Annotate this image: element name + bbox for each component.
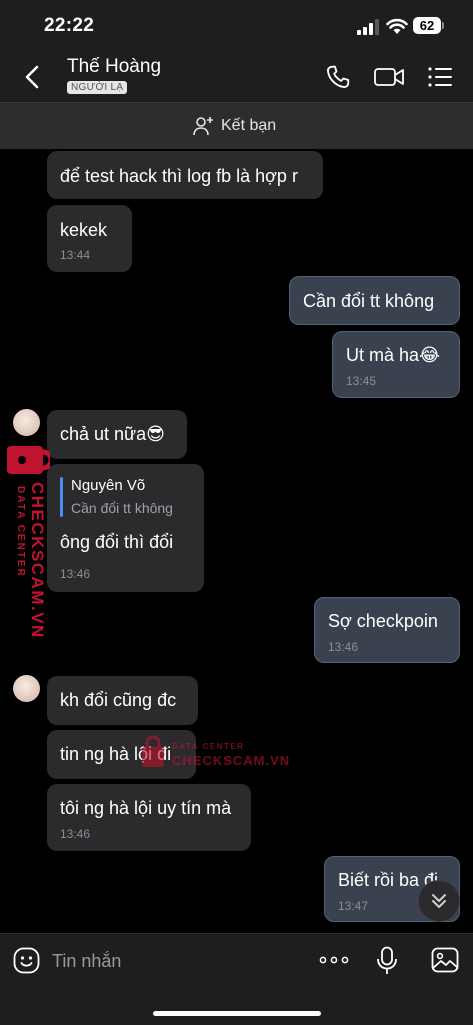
watermark-text-large: CHECKSCAM.VN: [28, 482, 47, 639]
more-icon[interactable]: [318, 950, 350, 970]
composer-bar: [0, 933, 473, 1025]
emoji-icon[interactable]: [13, 947, 40, 974]
reply-sender-name: Nguyên Võ: [71, 477, 146, 494]
chat-header: Thế Hoàng NGƯỜI LẠ: [0, 52, 473, 102]
message-time: 13:46: [60, 567, 91, 581]
message-input[interactable]: [52, 948, 272, 974]
signal-icon: [357, 19, 379, 35]
watermark-center: DATA CENTER CHECKSCAM.VN: [142, 735, 290, 768]
home-indicator: [153, 1011, 321, 1016]
watermark-center-small: DATA CENTER: [172, 742, 244, 751]
message-text: chả ut nữa😎: [60, 424, 165, 444]
message-bubble-incoming-reply[interactable]: Nguyên Võ Cần đổi tt không ông đổi thì đ…: [47, 464, 204, 592]
scroll-to-bottom-button[interactable]: [418, 880, 460, 922]
message-text: tôi ng hà lội uy tín mà: [60, 798, 232, 818]
message-time: 13:44: [60, 248, 91, 262]
battery-indicator: 62: [413, 17, 441, 34]
message-bubble-outgoing[interactable]: Ut mà ha😂 13:45: [332, 331, 460, 398]
message-bubble-incoming[interactable]: chả ut nữa😎: [47, 410, 187, 459]
add-friend-button[interactable]: Kết bạn: [193, 115, 276, 137]
message-bubble-incoming[interactable]: tôi ng hà lội uy tín mà 13:46: [47, 784, 251, 851]
message-time: 13:46: [60, 827, 91, 841]
message-text: ông đổi thì đổi: [60, 532, 174, 552]
back-icon[interactable]: [20, 62, 46, 92]
status-bar: 22:22 62: [0, 0, 473, 52]
reply-quoted-text: Cần đổi tt không: [71, 500, 173, 516]
message-bubble-outgoing[interactable]: Cần đổi tt không: [289, 276, 460, 325]
avatar[interactable]: [13, 409, 40, 436]
message-time: 13:45: [346, 374, 377, 388]
watermark-logo: DATA CENTER CHECKSCAM.VN: [7, 446, 50, 639]
menu-list-icon[interactable]: [427, 64, 453, 90]
chevron-double-down-icon: [432, 894, 446, 908]
watermark-text-small: DATA CENTER: [15, 486, 26, 578]
message-list[interactable]: để test hack thì log fb là hợp r kekek 1…: [0, 149, 473, 933]
add-friend-label: Kết bạn: [221, 117, 277, 134]
watermark-center-large: CHECKSCAM.VN: [172, 753, 290, 768]
avatar[interactable]: [13, 675, 40, 702]
message-time: 13:46: [328, 640, 359, 654]
message-bubble-incoming[interactable]: kekek 13:44: [47, 205, 132, 272]
video-call-icon[interactable]: [373, 65, 405, 89]
message-text: để test hack thì log fb là hợp r: [60, 166, 298, 186]
wifi-icon: [386, 18, 408, 34]
contact-name[interactable]: Thế Hoàng: [67, 56, 161, 78]
message-bubble-incoming[interactable]: để test hack thì log fb là hợp r: [47, 151, 323, 199]
message-text: kh đổi cũng đc: [60, 690, 177, 710]
message-text: Cần đổi tt không: [303, 291, 435, 311]
message-bubble-incoming[interactable]: kh đổi cũng đc: [47, 676, 198, 725]
battery-tip: [442, 22, 444, 29]
message-time: 13:47: [338, 899, 369, 913]
phone-icon[interactable]: [325, 64, 351, 90]
stranger-badge: NGƯỜI LẠ: [67, 81, 128, 94]
add-friend-bar: Kết bạn: [0, 102, 473, 150]
status-time: 22:22: [44, 15, 95, 36]
message-bubble-outgoing[interactable]: Sợ checkpoin 13:46: [314, 597, 460, 663]
add-user-icon: [193, 117, 213, 136]
microphone-icon[interactable]: [376, 946, 398, 976]
reply-quote-bar: [60, 477, 63, 517]
image-icon[interactable]: [431, 947, 459, 973]
message-text: kekek: [60, 220, 108, 240]
message-text: Sợ checkpoin: [328, 611, 438, 631]
message-text: Ut mà ha😂: [346, 345, 441, 365]
